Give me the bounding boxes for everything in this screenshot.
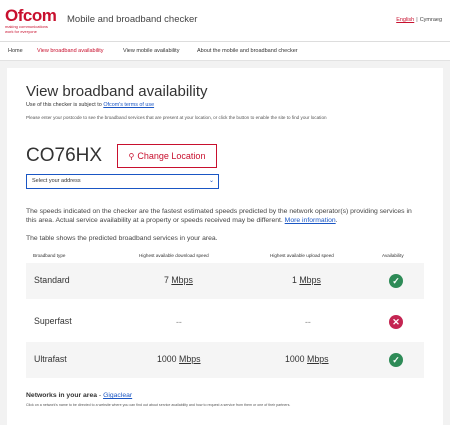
- table-row: Standard 7 Mbps 1 Mbps ✓: [26, 263, 424, 299]
- speed-info-text: The speeds indicated on the checker are …: [26, 208, 412, 224]
- terms-link[interactable]: Ofcom's terms of use: [103, 102, 154, 108]
- address-select[interactable]: Select your address ⌄: [26, 174, 219, 189]
- networks-section: Networks in your area - Gigaclear: [26, 392, 132, 399]
- top-bar: Ofcom making communications work for eve…: [0, 0, 450, 42]
- nav-about[interactable]: About the mobile and broadband checker: [197, 48, 298, 54]
- unavailable-cross-icon: ✕: [389, 315, 403, 329]
- terms-notice: Use of this checker is subject to Ofcom'…: [26, 102, 154, 108]
- lang-separator: |: [416, 17, 418, 23]
- row-download: --: [176, 317, 182, 327]
- row-type: Superfast: [34, 316, 72, 326]
- row-type: Standard: [34, 275, 70, 285]
- table-intro: The table shows the predicted broadband …: [26, 235, 218, 242]
- address-select-value: Select your address: [32, 178, 81, 184]
- language-switcher: English | Cymraeg: [396, 17, 442, 23]
- change-location-label: Change Location: [137, 151, 206, 161]
- postcode-display: CO76HX: [26, 145, 103, 166]
- terms-prefix: Use of this checker is subject to: [26, 102, 104, 108]
- row-upload: 1000 Mbps: [285, 354, 329, 364]
- page-title: View broadband availability: [26, 83, 208, 100]
- row-upload: --: [305, 317, 311, 327]
- ofcom-logo[interactable]: Ofcom making communications work for eve…: [5, 6, 57, 34]
- chevron-down-icon: ⌄: [208, 178, 214, 184]
- lang-english-link[interactable]: English: [396, 17, 414, 23]
- header-broadband-type: Broadband type: [33, 253, 66, 258]
- header-availability: Availability: [382, 253, 404, 258]
- row-type: Ultrafast: [34, 354, 67, 364]
- nav-home[interactable]: Home: [8, 48, 23, 54]
- postcode-hint: Please enter your postcode to see the br…: [26, 115, 327, 120]
- lang-cymraeg-link[interactable]: Cymraeg: [420, 17, 442, 23]
- available-check-icon: ✓: [389, 353, 403, 367]
- app-title: Mobile and broadband checker: [67, 14, 198, 25]
- networks-note: Click on a network's name to be directed…: [26, 403, 291, 407]
- row-upload: 1 Mbps: [292, 275, 321, 285]
- change-location-button[interactable]: ⚲ Change Location: [117, 144, 217, 168]
- table-row: Ultrafast 1000 Mbps 1000 Mbps ✓: [26, 342, 424, 378]
- nav-mobile[interactable]: View mobile availability: [123, 48, 179, 54]
- speed-info: The speeds indicated on the checker are …: [26, 207, 424, 225]
- header-upload-speed: Highest available upload speed: [270, 253, 334, 258]
- row-download: 1000 Mbps: [157, 354, 201, 364]
- logo-tagline: making communications work for everyone: [5, 24, 48, 34]
- available-check-icon: ✓: [389, 274, 403, 288]
- speed-info-end: .: [335, 217, 338, 224]
- row-download: 7 Mbps: [164, 275, 193, 285]
- networks-label: Networks in your area: [26, 392, 98, 399]
- more-information-link[interactable]: More information: [285, 217, 336, 224]
- logo-wordmark: Ofcom: [5, 6, 57, 25]
- gigaclear-link[interactable]: Gigaclear: [103, 392, 132, 399]
- nav-broadband[interactable]: View broadband availability: [37, 48, 104, 54]
- header-download-speed: Highest available download speed: [139, 253, 209, 258]
- main-nav: Home View broadband availability View mo…: [0, 42, 450, 61]
- table-row: Superfast -- -- ✕: [26, 304, 424, 340]
- map-marker-icon: ⚲: [128, 151, 135, 161]
